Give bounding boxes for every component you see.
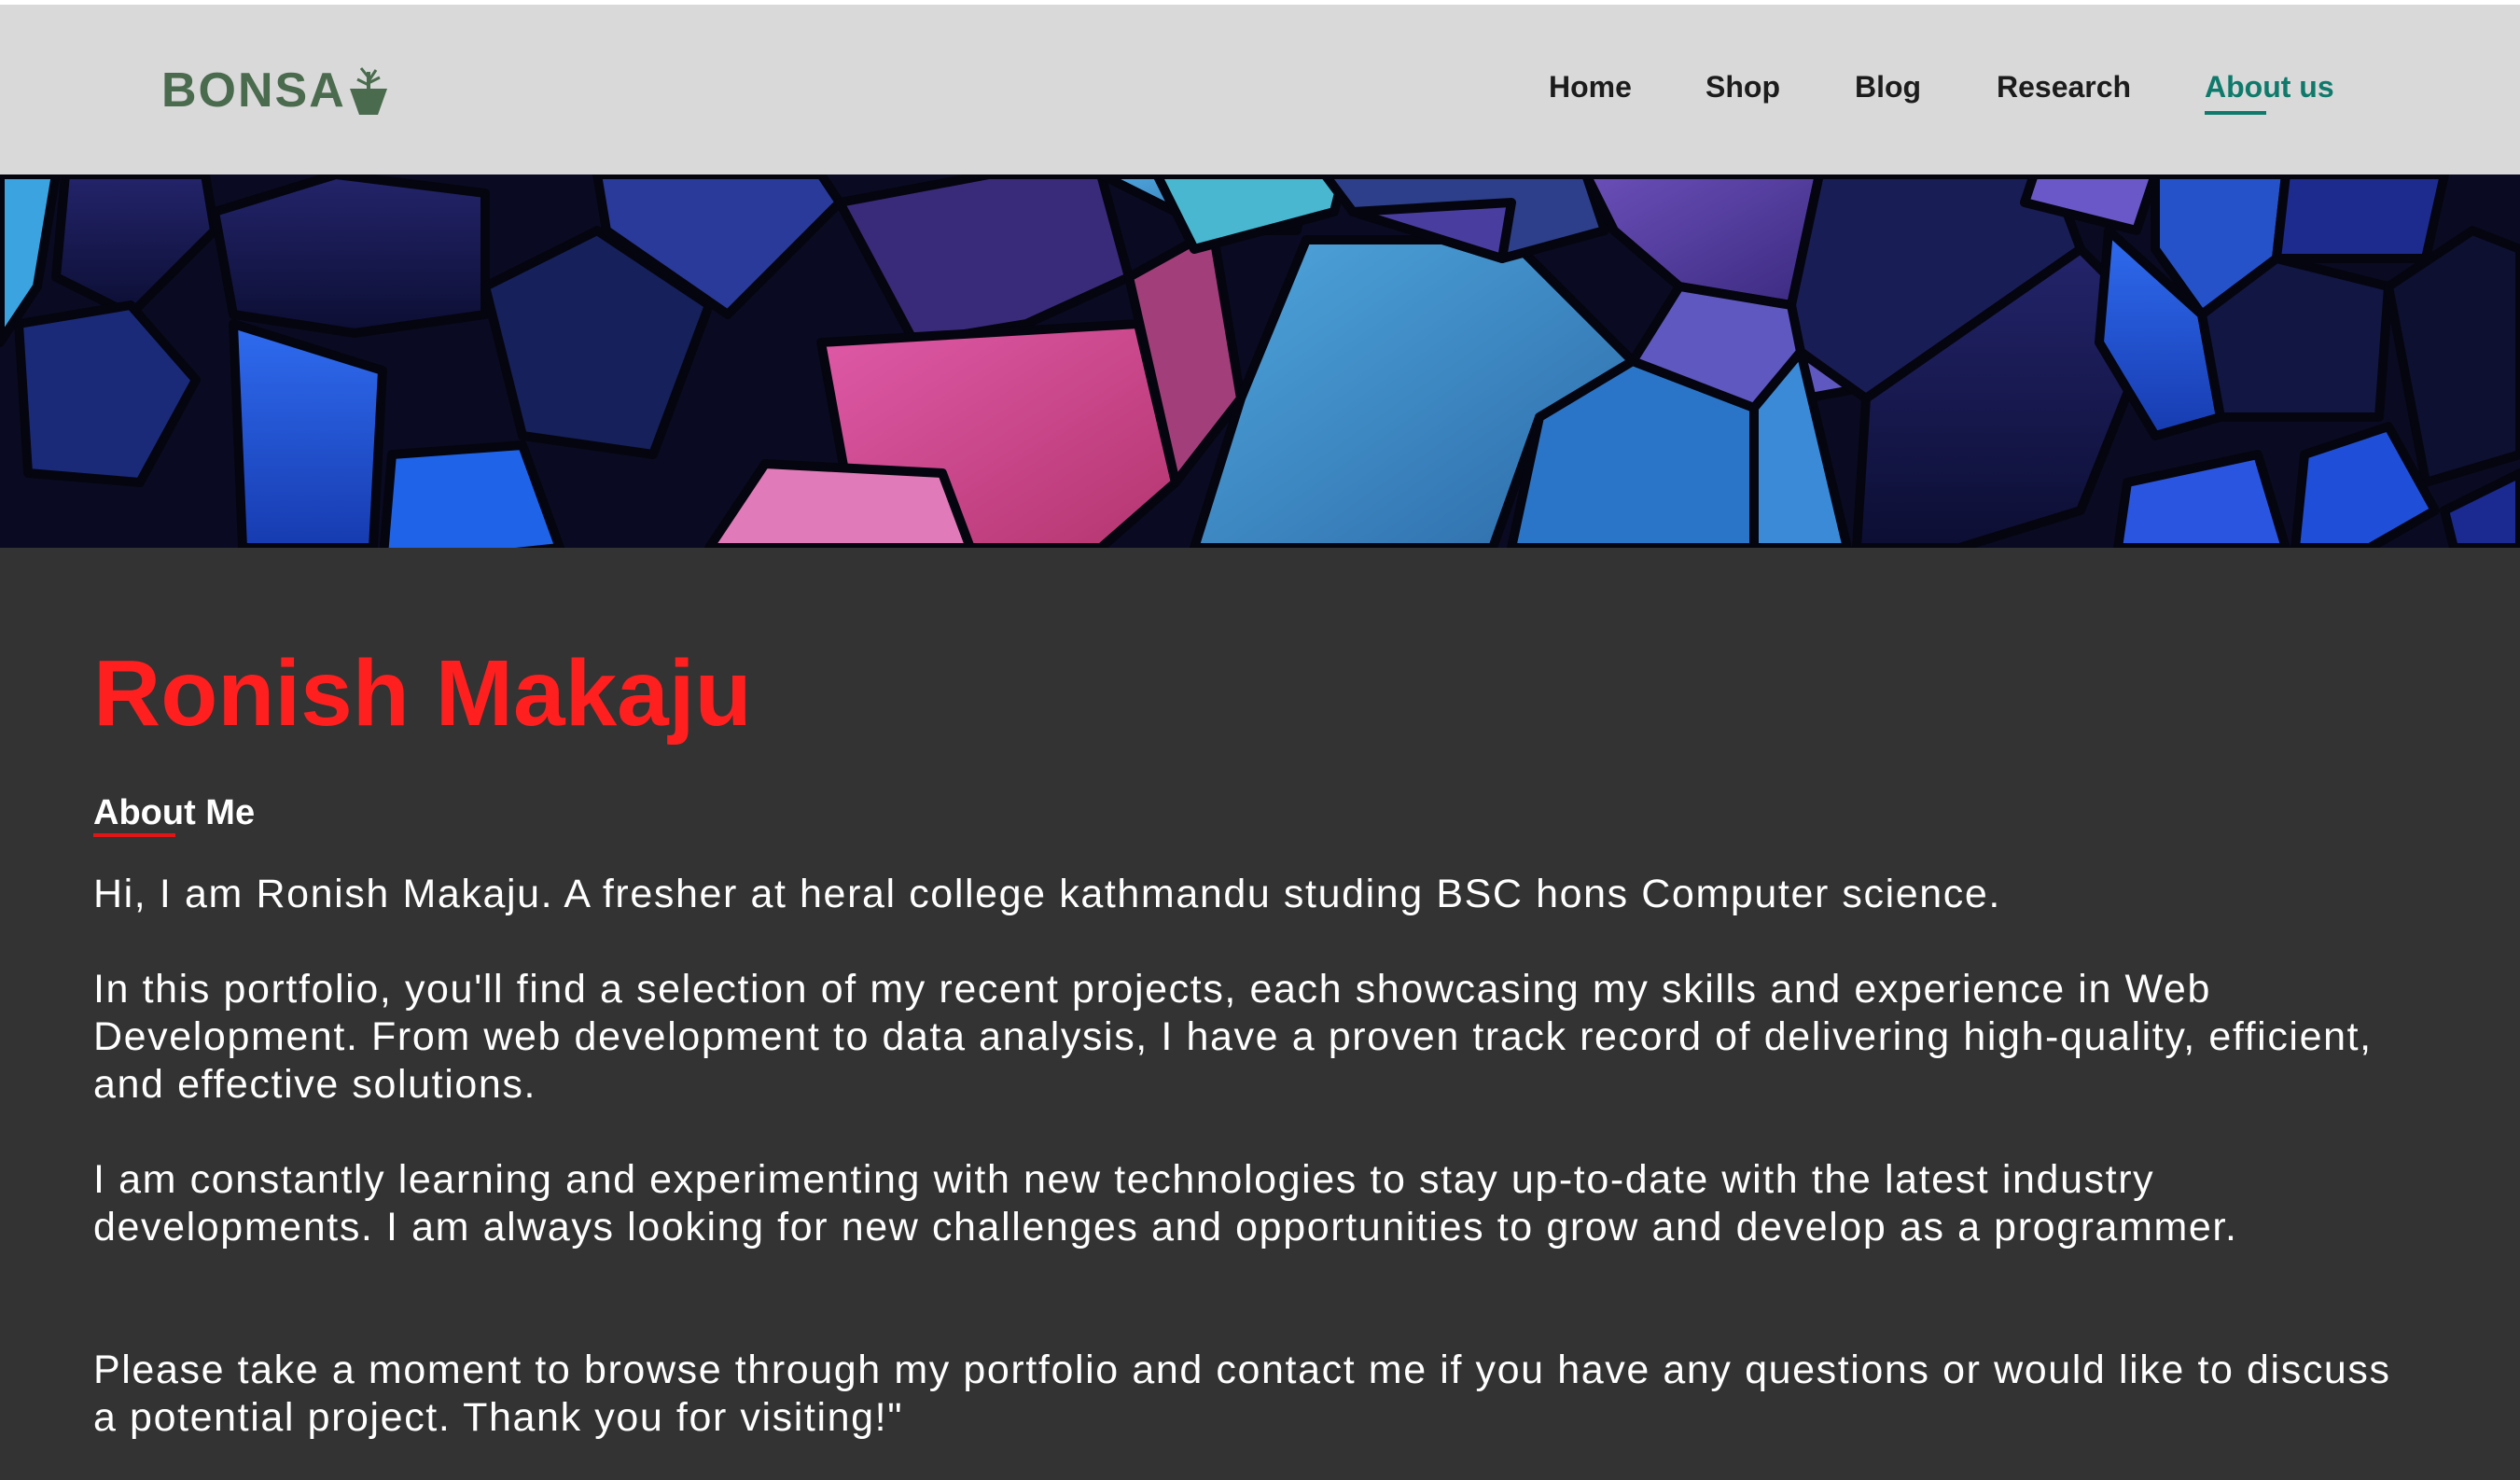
about-section: Ronish Makaju About Me Hi, I am Ronish M…	[0, 548, 2520, 1480]
contact-paragraph: Please take a moment to browse through m…	[93, 1347, 2391, 1440]
nav-home[interactable]: Home	[1549, 70, 1632, 105]
hero-banner	[0, 175, 2520, 548]
portfolio-paragraph: In this portfolio, you'll find a selecti…	[93, 967, 2373, 1107]
about-heading-underline	[93, 833, 175, 837]
navbar: BONSA Home Shop Blog Research About us	[0, 5, 2520, 175]
person-name: Ronish Makaju	[93, 641, 752, 746]
nav-active-underline	[2205, 111, 2266, 115]
learning-paragraph: I am constantly learning and experimenti…	[93, 1157, 2238, 1250]
intro-paragraph: Hi, I am Ronish Makaju. A fresher at her…	[93, 872, 2001, 916]
abstract-polygon-image	[0, 175, 2520, 548]
about-me-heading: About Me	[93, 793, 256, 832]
nav-shop[interactable]: Shop	[1706, 70, 1780, 105]
nav-research[interactable]: Research	[1997, 70, 2131, 105]
nav-blog[interactable]: Blog	[1855, 70, 1921, 105]
main-nav: Home Shop Blog Research About us	[0, 70, 2520, 117]
nav-about-us-label: About us	[2205, 70, 2334, 104]
nav-about-us[interactable]: About us	[2205, 70, 2334, 115]
